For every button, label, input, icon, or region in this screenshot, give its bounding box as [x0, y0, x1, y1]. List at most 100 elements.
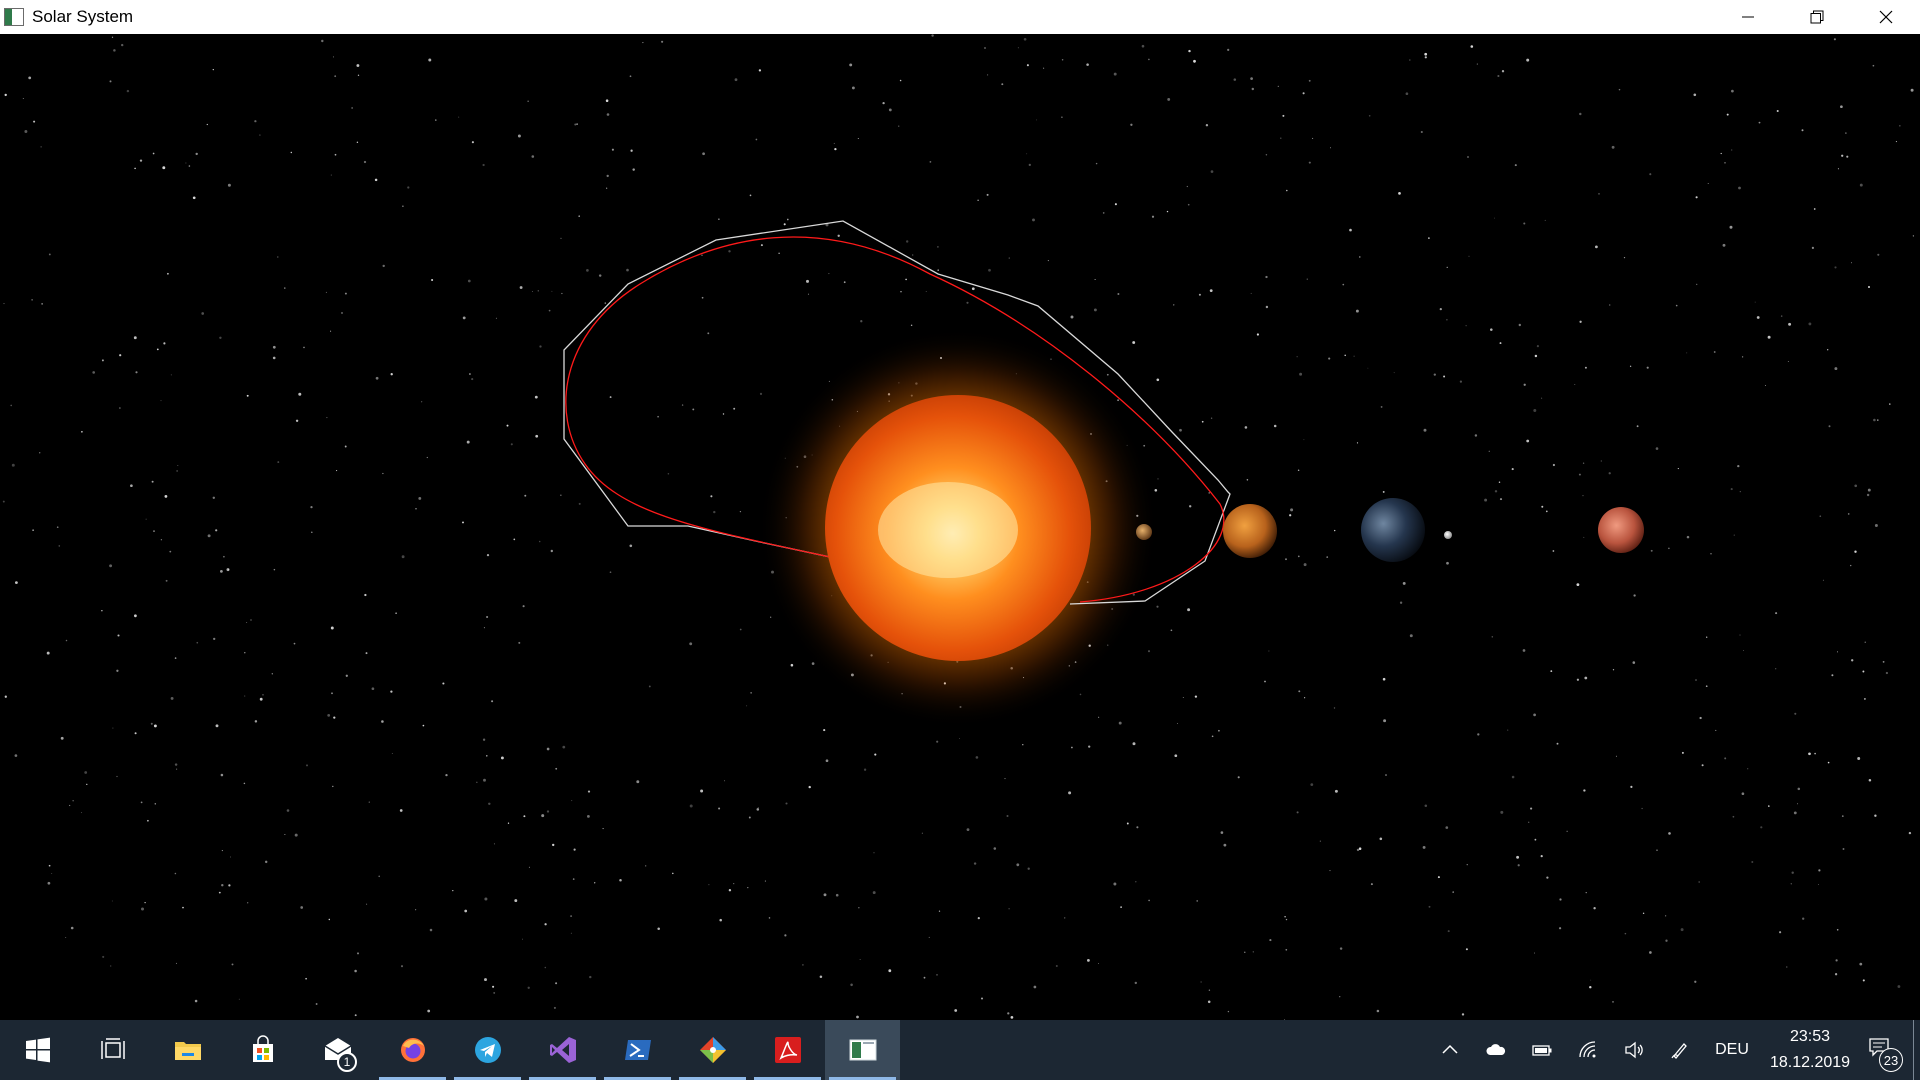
star [1167, 97, 1171, 101]
acrobat-button[interactable] [750, 1020, 825, 1080]
star [1246, 479, 1249, 481]
star [294, 833, 298, 837]
input-language-button[interactable]: DEU [1703, 1041, 1761, 1059]
onedrive-button[interactable] [1473, 1020, 1519, 1080]
planet-venus[interactable] [1223, 504, 1277, 558]
restore-button[interactable] [1782, 0, 1851, 34]
start-button[interactable] [0, 1020, 75, 1080]
star [1840, 105, 1843, 109]
store-button[interactable] [225, 1020, 300, 1080]
star [681, 404, 684, 406]
star [1797, 803, 1799, 805]
task-view-button[interactable] [75, 1020, 150, 1080]
star [175, 962, 177, 964]
star [609, 571, 612, 574]
star [1872, 64, 1875, 67]
planet-mercury[interactable] [1136, 524, 1152, 540]
star [1501, 70, 1505, 73]
star [1494, 217, 1495, 219]
star [1382, 490, 1385, 493]
star [589, 975, 592, 979]
star [857, 137, 859, 140]
star [33, 120, 36, 123]
star [188, 165, 191, 167]
star [1032, 218, 1035, 222]
minimize-button[interactable] [1713, 0, 1782, 34]
star [154, 803, 157, 805]
star [1738, 186, 1741, 190]
star [134, 732, 137, 735]
star [555, 982, 558, 985]
network-button[interactable] [1565, 1020, 1611, 1080]
star [1834, 973, 1838, 976]
star [1579, 320, 1582, 323]
star [899, 79, 902, 82]
star [167, 272, 169, 275]
star [1837, 168, 1839, 170]
star [692, 408, 695, 411]
star [1117, 293, 1120, 295]
star [648, 685, 651, 688]
star [1516, 855, 1520, 859]
star [661, 40, 664, 43]
star [707, 332, 710, 335]
star [537, 290, 539, 292]
star [1017, 47, 1019, 49]
star [160, 400, 162, 402]
close-button[interactable] [1851, 0, 1920, 34]
star [1385, 774, 1387, 776]
telegram-button[interactable] [450, 1020, 525, 1080]
star [1696, 283, 1698, 286]
show-hidden-icons-button[interactable] [1427, 1020, 1473, 1080]
file-explorer-button[interactable] [150, 1020, 225, 1080]
star [724, 780, 726, 782]
star [1264, 680, 1266, 683]
action-center-button[interactable]: 23 [1859, 1020, 1913, 1080]
star [1530, 807, 1533, 810]
star [1862, 670, 1865, 673]
star [576, 123, 578, 125]
star [286, 809, 290, 812]
star [1598, 193, 1600, 195]
star [476, 781, 478, 783]
star [1646, 366, 1649, 369]
star [1280, 137, 1282, 139]
star [1265, 305, 1269, 309]
star [145, 518, 147, 520]
clock-button[interactable]: 23:53 18.12.2019 [1761, 1024, 1859, 1076]
star [546, 747, 550, 751]
star [1106, 373, 1109, 376]
star [819, 975, 823, 978]
star [1474, 434, 1478, 437]
star [667, 473, 670, 475]
pen-workspace-button[interactable] [1657, 1020, 1703, 1080]
moon[interactable] [1444, 531, 1452, 539]
star [1851, 262, 1852, 264]
star [1399, 601, 1403, 604]
star [1188, 49, 1191, 53]
battery-button[interactable] [1519, 1020, 1565, 1080]
powershell-button[interactable] [600, 1020, 675, 1080]
git-button[interactable] [675, 1020, 750, 1080]
mail-button[interactable]: 1 [300, 1020, 375, 1080]
star [689, 642, 693, 646]
show-desktop-button[interactable] [1913, 1020, 1920, 1080]
star [1609, 304, 1611, 306]
star [548, 309, 551, 312]
star [1866, 493, 1870, 497]
solar-system-viewport[interactable] [0, 34, 1920, 1020]
star [1306, 278, 1308, 280]
star [1808, 322, 1812, 326]
star [1359, 256, 1361, 258]
star [823, 893, 827, 897]
star [1533, 409, 1537, 412]
star [929, 161, 932, 163]
solar-system-button[interactable] [825, 1020, 900, 1080]
planet-earth[interactable] [1361, 498, 1425, 562]
star [1797, 787, 1801, 791]
star [254, 120, 257, 123]
visual-studio-button[interactable] [525, 1020, 600, 1080]
planet-mars[interactable] [1598, 507, 1644, 553]
volume-button[interactable] [1611, 1020, 1657, 1080]
firefox-button[interactable] [375, 1020, 450, 1080]
